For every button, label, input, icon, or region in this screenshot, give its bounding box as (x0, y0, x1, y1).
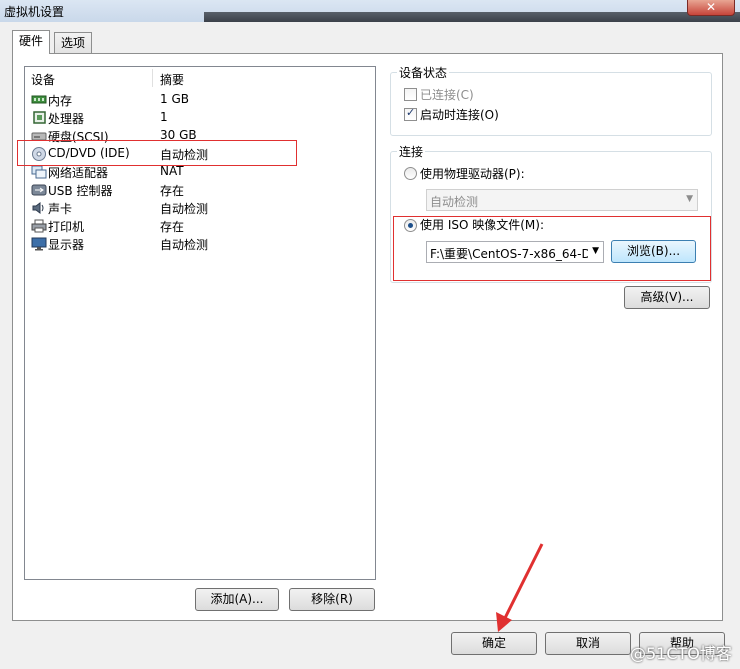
device-summary: 自动检测 (160, 202, 209, 216)
connect-on-startup-label: 启动时连接(O) (420, 108, 499, 122)
physical-drive-label: 使用物理驱动器(P): (420, 167, 525, 181)
usb-icon (31, 184, 47, 196)
watermark: @51CTO博客 (630, 644, 732, 663)
tab-hardware[interactable]: 硬件 (12, 30, 51, 54)
device-summary: 存在 (160, 220, 185, 234)
sound-icon (32, 202, 44, 214)
tab-options[interactable]: 选项 (54, 32, 93, 53)
device-summary: 1 GB (160, 92, 189, 106)
device-name: 网络适配器 (48, 166, 109, 180)
background-window-strip (204, 12, 740, 22)
device-row-memory[interactable]: 内存 1 GB (25, 91, 375, 109)
physical-drive-value: 自动检测 (430, 195, 479, 209)
advanced-button[interactable]: 高级(V)... (624, 286, 710, 309)
connected-label: 已连接(C) (420, 88, 474, 102)
device-summary: NAT (160, 164, 184, 178)
device-status-group: 设备状态 (390, 64, 712, 136)
column-summary[interactable]: 摘要 (160, 71, 184, 88)
device-row-usb[interactable]: USB 控制器 存在 (25, 181, 375, 199)
device-name: USB 控制器 (48, 184, 113, 198)
connection-legend: 连接 (397, 143, 426, 160)
device-name: 显示器 (48, 238, 85, 252)
device-status-legend: 设备状态 (397, 64, 450, 81)
network-adapter-icon (31, 165, 47, 179)
device-list-header: 设备 摘要 (25, 67, 375, 89)
device-row-sound[interactable]: 声卡 自动检测 (25, 199, 375, 217)
device-summary: 自动检测 (160, 238, 209, 252)
cancel-button[interactable]: 取消 (545, 632, 631, 655)
device-name: 声卡 (48, 202, 73, 216)
ok-button[interactable]: 确定 (451, 632, 537, 655)
chevron-down-icon: ▼ (686, 194, 693, 204)
window-title: 虚拟机设置 (4, 5, 65, 19)
memory-icon (31, 95, 47, 104)
device-summary: 1 (160, 110, 168, 124)
device-summary: 存在 (160, 184, 185, 198)
physical-drive-select[interactable]: 自动检测 ▼ (426, 189, 698, 211)
connect-on-startup-checkbox[interactable] (404, 106, 417, 121)
device-row-printer[interactable]: 打印机 存在 (25, 217, 375, 235)
title-bar: 虚拟机设置 ✕ (0, 0, 740, 22)
device-row-display[interactable]: 显示器 自动检测 (25, 235, 375, 253)
add-button[interactable]: 添加(A)... (195, 588, 279, 611)
cd-dvd-highlight-box (17, 140, 297, 166)
device-name: 内存 (48, 94, 73, 108)
display-icon (31, 237, 47, 251)
device-name: 处理器 (48, 112, 85, 126)
remove-button[interactable]: 移除(R) (289, 588, 375, 611)
annotation-arrow (496, 543, 544, 632)
physical-drive-radio[interactable] (404, 167, 417, 180)
iso-highlight-box (393, 216, 711, 281)
column-device[interactable]: 设备 (31, 71, 55, 88)
connected-checkbox[interactable] (404, 88, 417, 101)
device-row-processor[interactable]: 处理器 1 (25, 109, 375, 127)
processor-icon (33, 111, 46, 124)
close-button[interactable]: ✕ (687, 0, 735, 16)
device-name: 打印机 (48, 220, 85, 234)
printer-icon (31, 219, 47, 233)
